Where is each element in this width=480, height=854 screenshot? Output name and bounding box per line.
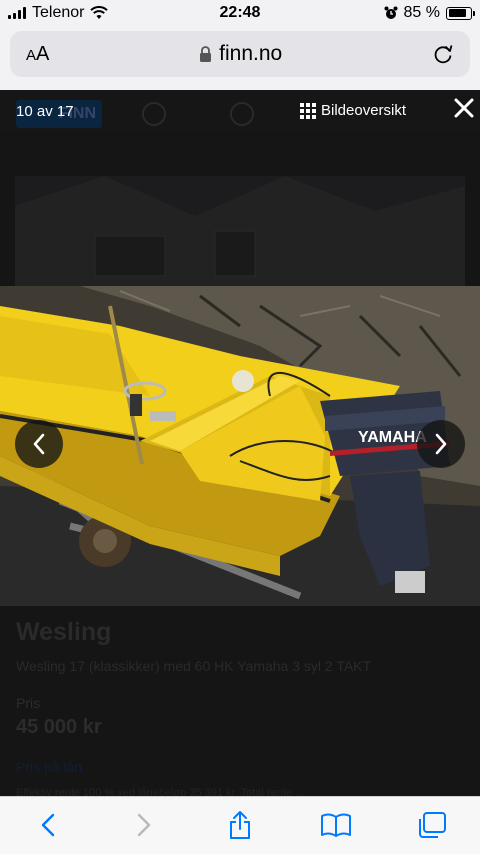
share-icon bbox=[230, 810, 250, 839]
battery-percentage: 85 % bbox=[403, 4, 440, 21]
loan-fine-print: Effektiv rente 100 % ved lånebeløp 35 39… bbox=[16, 787, 305, 796]
battery-level bbox=[448, 9, 467, 17]
price-label: Pris bbox=[16, 695, 41, 711]
bookmarks-button[interactable] bbox=[316, 805, 356, 845]
tabs-button[interactable] bbox=[412, 805, 452, 845]
share-button[interactable] bbox=[220, 805, 260, 845]
grid-icon bbox=[300, 102, 316, 119]
loan-price-link[interactable]: Pris på lån bbox=[16, 759, 82, 775]
image-overview-button[interactable]: Bildeoversikt bbox=[300, 102, 406, 119]
browser-toolbar bbox=[0, 796, 480, 854]
image-counter: 10 av 17 bbox=[16, 103, 74, 120]
image-overview-label: Bildeoversikt bbox=[321, 102, 407, 119]
chevron-back-icon bbox=[41, 813, 55, 836]
text-size-small-a: A bbox=[26, 46, 37, 64]
alarm-clock-icon bbox=[384, 6, 398, 19]
chevron-right-icon bbox=[435, 433, 447, 455]
chevron-left-icon bbox=[33, 433, 45, 455]
browser-chrome-top: AA finn.no bbox=[0, 26, 480, 90]
price-value: 45 000 kr bbox=[16, 716, 102, 738]
text-size-button[interactable]: AA bbox=[26, 43, 49, 66]
domain-text: finn.no bbox=[219, 42, 283, 65]
notification-bell-icon bbox=[142, 102, 166, 126]
house-silhouette bbox=[15, 176, 465, 286]
url-display[interactable]: finn.no bbox=[199, 42, 282, 66]
previous-photo-background bbox=[15, 176, 465, 286]
lock-icon bbox=[200, 45, 212, 62]
tabs-icon bbox=[419, 811, 446, 838]
chevron-forward-icon bbox=[137, 813, 151, 836]
boat-photo-illustration: YAMAHA bbox=[0, 286, 480, 606]
listing-title: Wesling bbox=[16, 618, 112, 646]
address-bar[interactable]: AA finn.no bbox=[10, 31, 470, 77]
carrier-name: Telenor bbox=[32, 4, 85, 21]
status-left: Telenor bbox=[8, 4, 109, 22]
status-right: 85 % bbox=[384, 4, 475, 22]
reload-icon[interactable] bbox=[432, 43, 454, 65]
cellular-signal-icon bbox=[8, 7, 26, 19]
listing-description: Wesling 17 (klassikker) med 60 HK Yamaha… bbox=[16, 658, 372, 674]
status-bar: Telenor 22:48 85 % bbox=[0, 0, 480, 26]
forward-button[interactable] bbox=[124, 805, 164, 845]
battery-icon bbox=[446, 6, 475, 20]
book-icon bbox=[321, 813, 351, 837]
previous-image-button[interactable] bbox=[15, 420, 63, 468]
new-ad-plus-icon bbox=[230, 102, 254, 126]
text-size-large-a: A bbox=[36, 42, 50, 65]
gallery-photo: YAMAHA bbox=[0, 286, 480, 606]
wifi-icon bbox=[90, 6, 109, 19]
back-button[interactable] bbox=[28, 805, 68, 845]
next-image-button[interactable] bbox=[417, 420, 465, 468]
close-icon[interactable] bbox=[452, 96, 476, 120]
